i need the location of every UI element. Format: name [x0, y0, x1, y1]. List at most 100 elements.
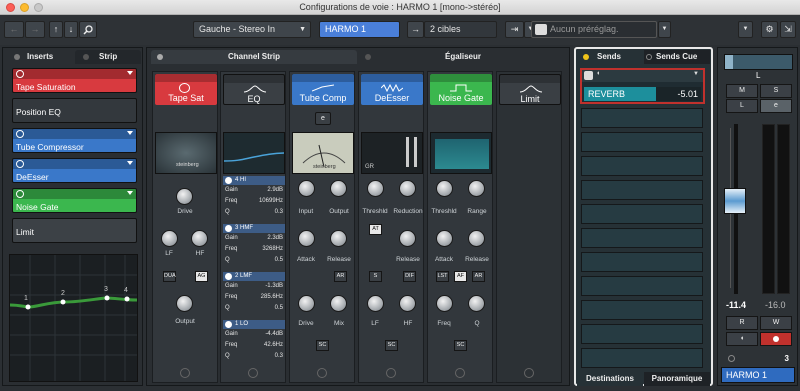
send-slot-empty[interactable] [581, 108, 703, 128]
threshold-knob[interactable] [367, 180, 384, 197]
solo-button[interactable]: S [760, 84, 792, 98]
q-knob[interactable] [468, 295, 485, 312]
channel-name-field[interactable]: HARMO 1 [319, 21, 400, 38]
sidechain-button[interactable]: SC [454, 340, 467, 351]
export-button[interactable]: ⇲ [780, 21, 796, 38]
zoom-window-button[interactable] [34, 3, 43, 12]
eq-band-header[interactable]: 2 LMF [223, 272, 285, 281]
attack-knob[interactable] [436, 230, 453, 247]
minimize-window-button[interactable] [20, 3, 29, 12]
settings-button[interactable]: ⚙ [761, 21, 778, 38]
ar-button[interactable]: AR [472, 271, 485, 282]
range-knob[interactable] [468, 180, 485, 197]
preset-field[interactable]: Aucun préréglag. [531, 21, 657, 38]
insert-slot[interactable]: Tape Saturation [12, 68, 137, 93]
tube-e-button[interactable]: e [315, 112, 331, 125]
preset-menu-button[interactable]: ▼ [658, 21, 671, 38]
tab-panoramique[interactable]: Panoramique [644, 372, 710, 386]
power-icon[interactable] [16, 130, 24, 138]
module-header-limit[interactable]: Limit [499, 74, 561, 105]
send-prefader-icon[interactable]: ◖ [596, 70, 600, 77]
chevron-down-icon[interactable]: ▼ [693, 71, 699, 77]
chevron-down-icon[interactable] [127, 131, 133, 135]
band-power-icon[interactable] [225, 321, 232, 328]
power-icon[interactable] [16, 160, 24, 168]
af-button[interactable]: AF [454, 271, 467, 282]
freq-knob[interactable] [436, 295, 453, 312]
band-power-icon[interactable] [225, 225, 232, 232]
module-bypass-icon[interactable] [524, 368, 534, 378]
drive-knob[interactable] [298, 295, 315, 312]
eq-band-header[interactable]: 1 LO [223, 320, 285, 329]
eq-band-header[interactable]: 4 HI [223, 176, 285, 185]
hf-knob[interactable] [399, 295, 416, 312]
insert-slot[interactable]: Noise Gate [12, 188, 137, 213]
strip-eq-curve[interactable]: 1 2 3 4 [9, 254, 138, 382]
band-power-icon[interactable] [225, 177, 232, 184]
record-button[interactable] [760, 332, 792, 346]
reduction-knob[interactable] [399, 180, 416, 197]
back-button[interactable]: ← [4, 21, 24, 38]
tab-sends[interactable]: Sends [577, 50, 643, 64]
listen-button[interactable]: L [726, 99, 758, 113]
threshold-knob[interactable] [436, 180, 453, 197]
insert-slot[interactable]: Position EQ [12, 98, 137, 123]
pan-control[interactable] [724, 54, 793, 70]
module-header-eq[interactable]: EQ [223, 74, 285, 105]
s-button[interactable]: S [369, 271, 382, 282]
eq-band-header[interactable]: 3 HMF [223, 224, 285, 233]
write-button[interactable]: W [760, 316, 792, 330]
lst-button[interactable]: LST [436, 271, 449, 282]
tab-equalizer[interactable]: Égaliseur [359, 50, 567, 64]
mute-button[interactable]: M [726, 84, 758, 98]
chevron-down-icon[interactable] [127, 161, 133, 165]
send-slot-empty[interactable] [581, 204, 703, 224]
send-slot-1[interactable]: ◖ ▼ REVERB -5.01 [580, 68, 705, 104]
lf-knob[interactable] [161, 230, 178, 247]
power-icon[interactable] [16, 70, 24, 78]
send-slot-empty[interactable] [581, 252, 703, 272]
module-bypass-icon[interactable] [455, 368, 465, 378]
module-header-noisegate[interactable]: Noise Gate [430, 74, 492, 105]
attack-knob[interactable] [298, 230, 315, 247]
edit-button[interactable]: e [760, 99, 792, 113]
search-button[interactable] [79, 21, 97, 38]
mix-knob[interactable] [330, 295, 347, 312]
sidechain-button[interactable]: SC [385, 340, 398, 351]
module-bypass-icon[interactable] [386, 368, 396, 378]
module-header-tubecomp[interactable]: Tube Comp [292, 74, 354, 105]
module-bypass-icon[interactable] [180, 368, 190, 378]
tab-destinations[interactable]: Destinations [577, 372, 643, 386]
output-knob[interactable] [176, 295, 193, 312]
send-power-icon[interactable] [584, 71, 593, 80]
insert-slot[interactable]: Tube Compressor [12, 128, 137, 153]
power-icon[interactable] [16, 190, 24, 198]
tab-sends-cue[interactable]: Sends Cue [644, 50, 710, 64]
send-slot-empty[interactable] [581, 156, 703, 176]
window-menu-button[interactable]: ▼ [738, 21, 753, 38]
release-knob[interactable] [468, 230, 485, 247]
insert-slot[interactable]: Limit [12, 218, 137, 243]
module-header-deesser[interactable]: DeEsser [361, 74, 423, 105]
send-slot-empty[interactable] [581, 348, 703, 368]
hf-knob[interactable] [191, 230, 208, 247]
send-slot-empty[interactable] [581, 324, 703, 344]
module-bypass-icon[interactable] [317, 368, 327, 378]
send-slot-empty[interactable] [581, 276, 703, 296]
release-knob[interactable] [399, 230, 416, 247]
drive-knob[interactable] [176, 188, 193, 205]
input-knob[interactable] [298, 180, 315, 197]
ag-button[interactable]: AG [195, 271, 208, 282]
tab-channel-strip[interactable]: Channel Strip [151, 50, 357, 64]
release-knob[interactable] [330, 230, 347, 247]
down-button[interactable]: ↓ [64, 21, 78, 38]
send-slot-empty[interactable] [581, 180, 703, 200]
insert-slot[interactable]: DeEsser [12, 158, 137, 183]
fader-cap[interactable] [724, 187, 746, 214]
targets-select[interactable]: 2 cibles [424, 21, 497, 38]
monitor-button[interactable]: ◖ [726, 332, 758, 346]
at-button[interactable]: AT [369, 224, 382, 235]
link-button[interactable]: ⇥ [505, 21, 524, 38]
send-level-bar[interactable]: REVERB -5.01 [584, 87, 701, 101]
band-power-icon[interactable] [225, 273, 232, 280]
